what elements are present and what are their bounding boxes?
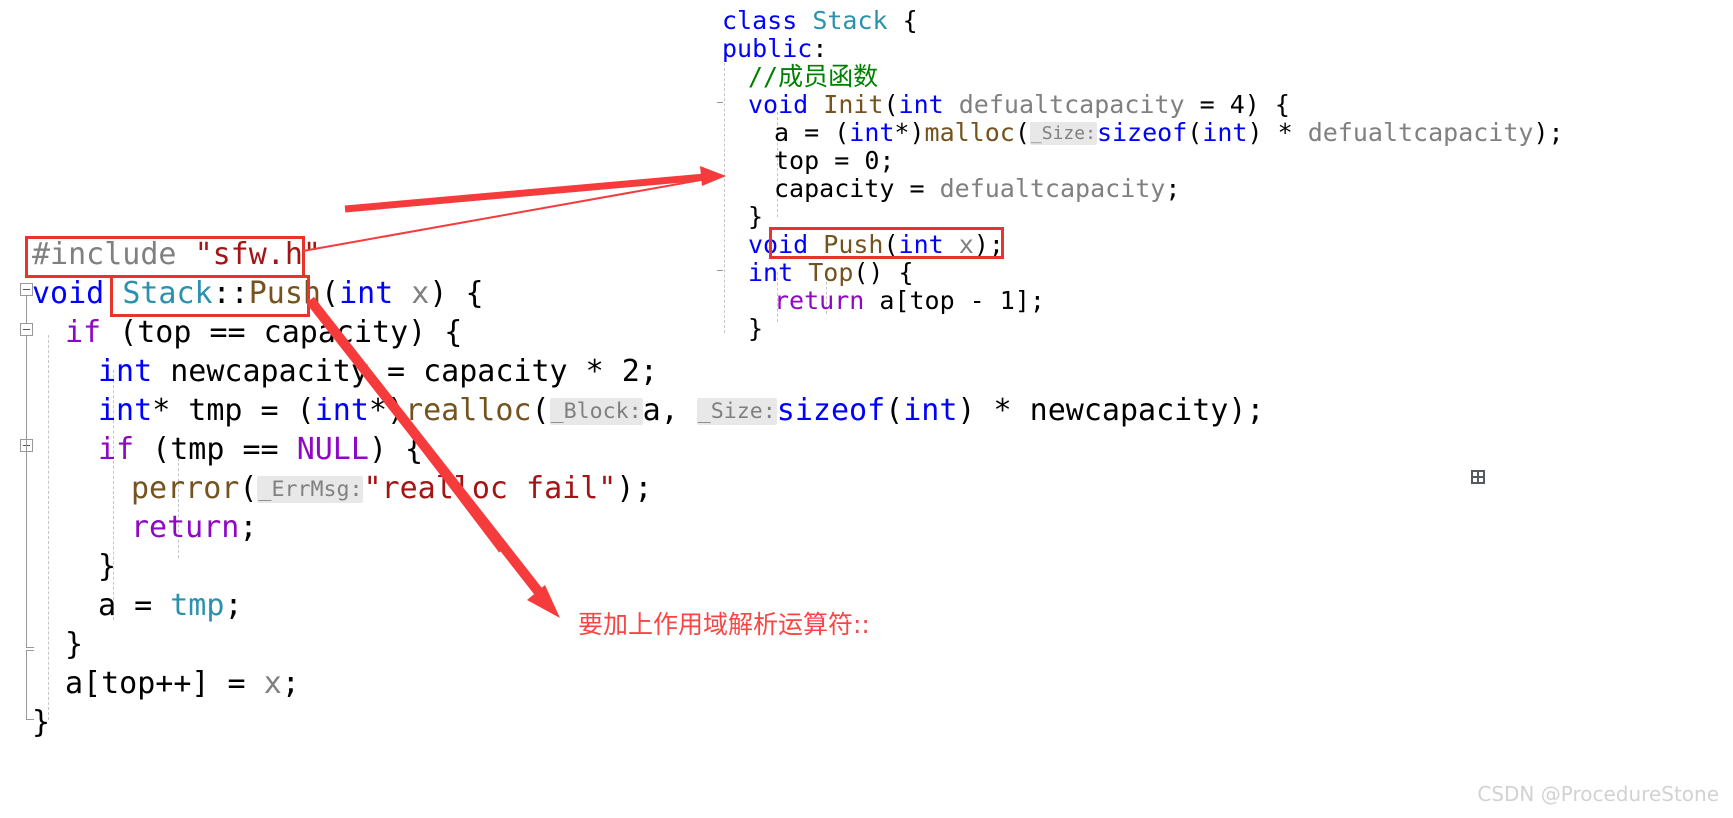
annotation-overlay	[302, 166, 726, 618]
arrow-to-note-tail	[307, 298, 501, 553]
quick-actions-icon[interactable]	[1471, 470, 1485, 484]
scope-resolution-note: 要加上作用域解析运算符::	[578, 610, 870, 639]
include-connector-line	[302, 177, 713, 252]
arrow-to-note-shaft	[306, 296, 549, 604]
csdn-watermark: CSDN @ProcedureStone	[1477, 782, 1719, 806]
arrow-to-declaration-shaft	[344, 172, 717, 213]
arrow-to-declaration-head	[700, 166, 726, 186]
